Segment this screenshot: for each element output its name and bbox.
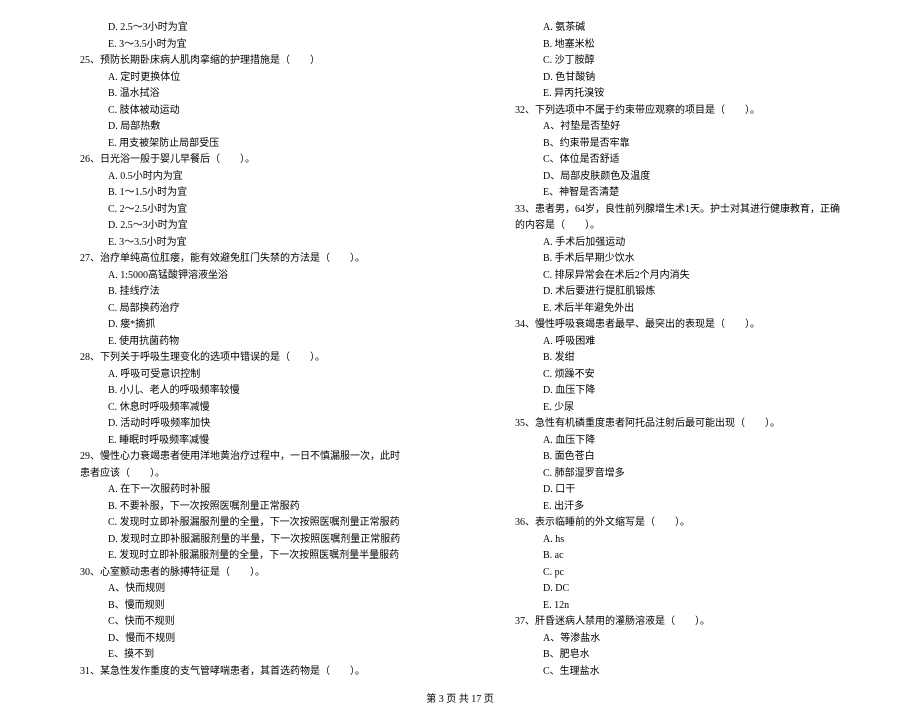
option: A. 定时更换体位	[80, 70, 405, 87]
question-37: 37、肝昏迷病人禁用的灌肠溶液是（ ）。	[515, 614, 840, 631]
option: B. 温水拭浴	[80, 86, 405, 103]
option: D. 血压下降	[515, 383, 840, 400]
option: B. 面色苍白	[515, 449, 840, 466]
option: A. hs	[515, 532, 840, 549]
option: A. 1:5000高锰酸钾溶液坐浴	[80, 268, 405, 285]
page-footer: 第 3 页 共 17 页	[80, 690, 840, 705]
option: D. 2.5～3小时为宜	[80, 20, 405, 37]
option: E. 异丙托溴铵	[515, 86, 840, 103]
left-column: D. 2.5～3小时为宜 E. 3～3.5小时为宜 25、预防长期卧床病人肌肉挛…	[80, 20, 405, 680]
option: B. 不要补服，下一次按照医嘱剂量正常服药	[80, 499, 405, 516]
option: A. 血压下降	[515, 433, 840, 450]
option: B. 1～1.5小时为宜	[80, 185, 405, 202]
option: E. 3～3.5小时为宜	[80, 235, 405, 252]
option: C. 沙丁胺醇	[515, 53, 840, 70]
option: D. 瘘*摘抓	[80, 317, 405, 334]
option: B. 小儿、老人的呼吸频率较慢	[80, 383, 405, 400]
option: D. DC	[515, 581, 840, 598]
question-36: 36、表示临睡前的外文缩写是（ ）。	[515, 515, 840, 532]
option: B、慢而规则	[80, 598, 405, 615]
option: C. 2～2.5小时为宜	[80, 202, 405, 219]
option: D. 局部热敷	[80, 119, 405, 136]
option: B. ac	[515, 548, 840, 565]
question-32: 32、下列选项中不属于约束带应观察的项目是（ ）。	[515, 103, 840, 120]
option: C. 烦躁不安	[515, 367, 840, 384]
option: A. 在下一次服药时补服	[80, 482, 405, 499]
option: A. 氨茶碱	[515, 20, 840, 37]
option: D. 发现时立即补服漏服剂量的半量，下一次按照医嘱剂量正常服药	[80, 532, 405, 549]
option: A. 呼吸困难	[515, 334, 840, 351]
option: C. 排尿异常会在术后2个月内消失	[515, 268, 840, 285]
option: C. 局部换药治疗	[80, 301, 405, 318]
option: A. 手术后加强运动	[515, 235, 840, 252]
option: C. 肺部湿罗音增多	[515, 466, 840, 483]
option: B、约束带是否牢靠	[515, 136, 840, 153]
option: E. 使用抗菌药物	[80, 334, 405, 351]
question-26: 26、日光浴一般于婴儿早餐后（ ）。	[80, 152, 405, 169]
option: E、摸不到	[80, 647, 405, 664]
option: A. 呼吸可受意识控制	[80, 367, 405, 384]
option: A. 0.5小时内为宜	[80, 169, 405, 186]
option: A、等渗盐水	[515, 631, 840, 648]
option: C、生理盐水	[515, 664, 840, 681]
question-30: 30、心室颤动患者的脉搏特征是（ ）。	[80, 565, 405, 582]
option: C. 休息时呼吸频率减慢	[80, 400, 405, 417]
question-25: 25、预防长期卧床病人肌肉挛缩的护理措施是（ ）	[80, 53, 405, 70]
option: D. 活动时呼吸频率加快	[80, 416, 405, 433]
option: D. 口干	[515, 482, 840, 499]
option: E. 用支被架防止局部受压	[80, 136, 405, 153]
question-31: 31、某急性发作重度的支气管哮喘患者，其首选药物是（ ）。	[80, 664, 405, 681]
option: B. 发绀	[515, 350, 840, 367]
option: E. 发现时立即补服漏服剂量的全量，下一次按照医嘱剂量半量服药	[80, 548, 405, 565]
question-27: 27、治疗单纯高位肛瘘，能有效避免肛门失禁的方法是（ ）。	[80, 251, 405, 268]
option: E、神智是否清楚	[515, 185, 840, 202]
right-column: A. 氨茶碱 B. 地塞米松 C. 沙丁胺醇 D. 色甘酸钠 E. 异丙托溴铵 …	[515, 20, 840, 680]
option: A、快而规则	[80, 581, 405, 598]
option: E. 12n	[515, 598, 840, 615]
option: E. 睡眠时呼吸频率减慢	[80, 433, 405, 450]
option: C. pc	[515, 565, 840, 582]
option: A、衬垫是否垫好	[515, 119, 840, 136]
question-34: 34、慢性呼吸衰竭患者最早、最突出的表现是（ ）。	[515, 317, 840, 334]
option: D. 2.5～3小时为宜	[80, 218, 405, 235]
option: E. 术后半年避免外出	[515, 301, 840, 318]
option: B. 地塞米松	[515, 37, 840, 54]
option: C、快而不规则	[80, 614, 405, 631]
option: E. 3～3.5小时为宜	[80, 37, 405, 54]
option: B. 挂线疗法	[80, 284, 405, 301]
option: C. 发现时立即补服漏服剂量的全量，下一次按照医嘱剂量正常服药	[80, 515, 405, 532]
option: E. 少尿	[515, 400, 840, 417]
option: C. 肢体被动运动	[80, 103, 405, 120]
option: D. 术后要进行提肛肌锻炼	[515, 284, 840, 301]
option: B、肥皂水	[515, 647, 840, 664]
option: E. 出汗多	[515, 499, 840, 516]
option: C、体位是否舒适	[515, 152, 840, 169]
option: D、慢而不规则	[80, 631, 405, 648]
option: B. 手术后早期少饮水	[515, 251, 840, 268]
question-28: 28、下列关于呼吸生理变化的选项中错误的是（ ）。	[80, 350, 405, 367]
option: D. 色甘酸钠	[515, 70, 840, 87]
question-33: 33、患者男，64岁，良性前列腺增生术1天。护士对其进行健康教育，正确的内容是（…	[515, 202, 840, 235]
question-35: 35、急性有机磷重度患者阿托品注射后最可能出现（ ）。	[515, 416, 840, 433]
option: D、局部皮肤颜色及温度	[515, 169, 840, 186]
question-29: 29、慢性心力衰竭患者使用洋地黄治疗过程中，一日不慎漏服一次，此时患者应该（ ）…	[80, 449, 405, 482]
